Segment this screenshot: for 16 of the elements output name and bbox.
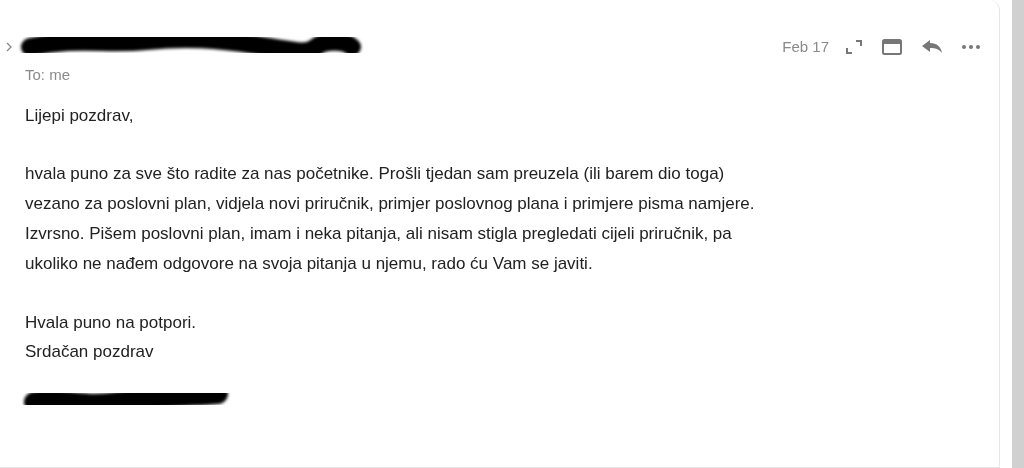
closing-line: Hvala puno na potpori.	[25, 311, 198, 334]
reply-button[interactable]	[921, 39, 943, 55]
date-label: Feb 17	[782, 36, 829, 57]
more-icon	[961, 44, 981, 50]
window-icon	[881, 38, 903, 56]
closing-line: Srdačan pozdrav	[25, 340, 155, 363]
expand-icon	[845, 39, 863, 55]
window-button[interactable]	[881, 38, 903, 56]
expand-button[interactable]	[845, 39, 863, 55]
reply-icon	[921, 39, 943, 55]
greeting-text: Lijepi pozdrav,	[25, 104, 135, 127]
more-button[interactable]	[961, 44, 981, 50]
body-paragraph: hvala puno za sve što radite za nas početnike. Prošli tjedan sam preuzela (ili barem dio toga) vezano za poslovni plan, vidjela novi priručnik, primjer poslovnog plana i primjere pisma namjere. Izvrsno. Pišem poslovni plan, imam i neka pitanja, ali nisam stigla pregledati cijeli priručnik, pa ukoliko ne nađem odgovore na svoja pitanja u njemu, rado ću Vam se javiti.	[25, 162, 756, 275]
recipient-label: To: me	[25, 65, 71, 85]
scrollbar[interactable]	[1012, 0, 1024, 468]
chevron-icon[interactable]	[4, 41, 14, 53]
